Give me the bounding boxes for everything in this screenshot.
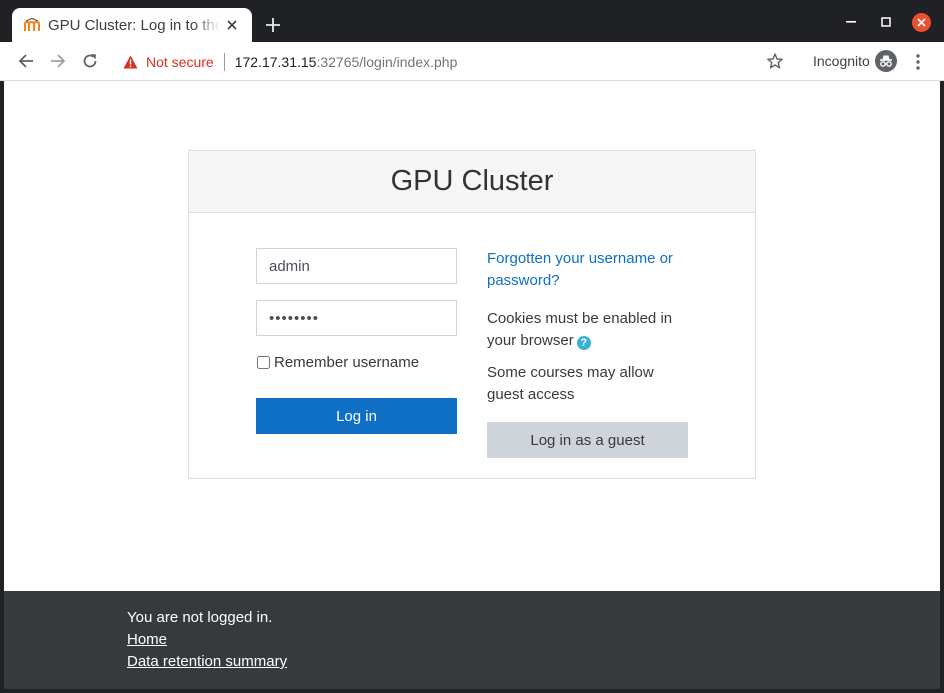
reload-button[interactable] bbox=[80, 51, 100, 71]
password-input[interactable] bbox=[256, 300, 457, 336]
maximize-icon bbox=[881, 17, 891, 27]
close-icon bbox=[911, 12, 931, 32]
guest-login-button[interactable]: Log in as a guest bbox=[487, 422, 688, 458]
incognito-icon[interactable] bbox=[875, 50, 897, 72]
address-bar[interactable]: Not secure 172.17.31.15 :32765/login/ind… bbox=[112, 46, 802, 77]
browser-title-bar: GPU Cluster: Log in to the site bbox=[0, 0, 944, 42]
cookies-notice: Cookies must be enabled in your browser? bbox=[487, 308, 687, 352]
reload-icon bbox=[83, 54, 97, 68]
minimize-icon bbox=[846, 21, 856, 23]
home-link[interactable]: Home bbox=[127, 631, 167, 648]
back-arrow-icon bbox=[18, 54, 33, 68]
browser-tab[interactable]: GPU Cluster: Log in to the site bbox=[12, 8, 252, 42]
maximize-button[interactable] bbox=[876, 12, 896, 32]
login-button[interactable]: Log in bbox=[256, 398, 457, 434]
username-input[interactable] bbox=[256, 248, 457, 284]
url-host: 172.17.31.15 bbox=[234, 53, 317, 70]
incognito-label: Incognito bbox=[813, 53, 870, 69]
back-button[interactable] bbox=[16, 51, 36, 71]
page-content: GPU Cluster Remember username Log in For… bbox=[4, 81, 940, 591]
forgot-password-link[interactable]: Forgotten your username or password? bbox=[487, 248, 687, 292]
data-retention-link[interactable]: Data retention summary bbox=[127, 653, 287, 670]
warning-icon bbox=[122, 54, 138, 70]
site-title: GPU Cluster bbox=[390, 165, 554, 197]
remember-username-label: Remember username bbox=[274, 354, 420, 371]
remember-username-checkbox[interactable] bbox=[257, 356, 270, 369]
window-close-button[interactable] bbox=[911, 12, 931, 32]
moodle-favicon-icon bbox=[24, 17, 40, 33]
bookmark-star-button[interactable] bbox=[766, 52, 784, 70]
forward-arrow-icon bbox=[51, 54, 66, 68]
kebab-menu-icon bbox=[916, 54, 920, 70]
omnibox-divider bbox=[223, 52, 225, 71]
login-card: GPU Cluster Remember username Log in For… bbox=[188, 150, 756, 479]
login-status-text: You are not logged in. bbox=[127, 609, 273, 626]
guest-access-notice: Some courses may allow guest access bbox=[487, 364, 654, 403]
remember-username[interactable]: Remember username bbox=[256, 354, 419, 371]
new-tab-button[interactable] bbox=[262, 14, 284, 36]
page-footer: You are not logged in. Home Data retenti… bbox=[4, 591, 940, 689]
security-status[interactable]: Not secure bbox=[146, 54, 214, 70]
plus-icon bbox=[266, 18, 280, 32]
login-card-header: GPU Cluster bbox=[189, 151, 755, 213]
minimize-button[interactable] bbox=[841, 12, 861, 32]
url-path: :32765/login/index.php bbox=[316, 53, 458, 70]
close-icon[interactable] bbox=[224, 17, 240, 33]
browser-toolbar: Not secure 172.17.31.15 :32765/login/ind… bbox=[0, 42, 944, 81]
tab-title: GPU Cluster: Log in to the site bbox=[48, 16, 220, 34]
help-icon[interactable]: ? bbox=[576, 336, 591, 350]
forward-button[interactable] bbox=[48, 51, 68, 71]
browser-menu-button[interactable] bbox=[910, 52, 926, 72]
star-icon bbox=[767, 53, 783, 69]
